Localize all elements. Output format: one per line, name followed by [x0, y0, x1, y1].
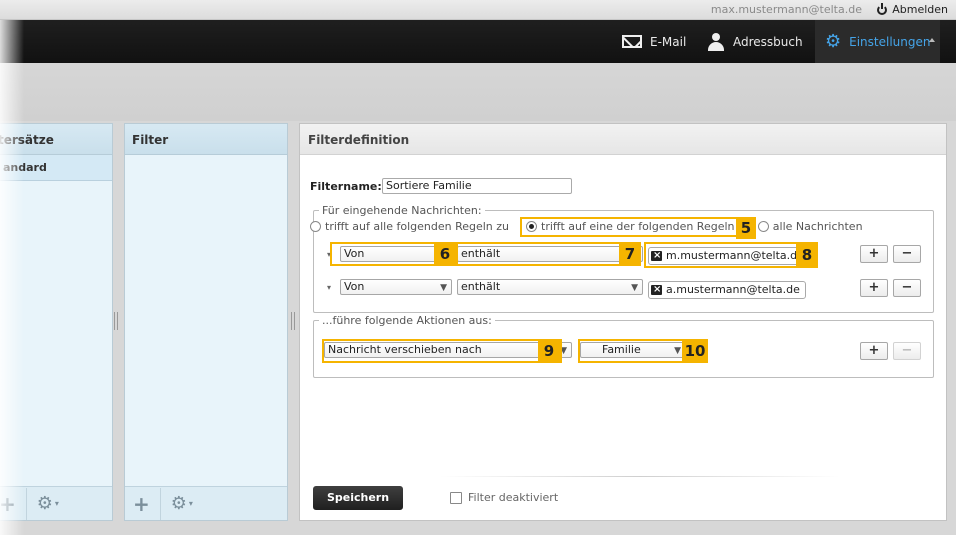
callout-frame-7 — [456, 242, 641, 266]
callout-10: 10 — [682, 340, 708, 362]
disable-filter-option[interactable]: Filter deaktiviert — [450, 491, 558, 504]
callout-8: 8 — [796, 244, 818, 266]
remove-action-button: − — [893, 342, 921, 360]
logout-label: Abmelden — [892, 3, 948, 16]
remove-token-icon[interactable] — [651, 282, 662, 298]
gear-icon: ⚙ — [170, 493, 187, 514]
radio-button[interactable] — [310, 221, 321, 232]
filterset-item[interactable]: andard — [0, 155, 112, 181]
add-filterset-button[interactable]: + — [0, 492, 16, 516]
filterset-options-button[interactable]: ⚙ ▾ — [37, 493, 59, 514]
nav-settings-label: Einstellungen — [849, 34, 931, 49]
radio-all-rules-label: trifft auf alle folgenden Regeln zu — [325, 220, 510, 233]
divider — [440, 476, 840, 477]
rule-address-token[interactable]: a.mustermann@telta.de — [648, 281, 806, 299]
incoming-legend: Für eingehende Nachrichten: — [322, 204, 482, 217]
callout-9: 9 — [538, 340, 560, 362]
header-spacer — [0, 63, 956, 121]
add-rule-button[interactable]: + — [860, 279, 888, 297]
remove-rule-button[interactable]: − — [893, 245, 921, 263]
filtersets-title: tersätze — [0, 124, 112, 155]
panel-splitter[interactable] — [114, 312, 118, 330]
top-bar: max.mustermann@telta.de Abmelden — [0, 0, 956, 20]
callout-frame-8 — [644, 242, 818, 268]
rule-operator-value: enthält — [461, 280, 501, 293]
gear-icon: ⚙ — [36, 493, 53, 514]
filtersets-panel: tersätze andard + ⚙ ▾ — [0, 123, 113, 521]
filter-panel: Filter + ⚙ ▾ — [124, 123, 288, 521]
rule-toggle-icon[interactable]: ▾ — [327, 283, 331, 292]
callout-5: 5 — [736, 217, 756, 239]
radio-all-messages-label: alle Nachrichten — [772, 220, 863, 233]
radio-button[interactable] — [757, 221, 769, 232]
callout-frame-5 — [520, 217, 756, 237]
rule-operator-select[interactable]: enthält ▼ — [457, 279, 643, 295]
power-icon — [877, 2, 888, 15]
gear-icon: ⚙ — [825, 30, 842, 52]
nav-email-label: E-Mail — [650, 34, 687, 49]
callout-6: 6 — [434, 243, 456, 265]
envelope-icon — [622, 35, 642, 48]
callout-frame-9 — [322, 339, 562, 363]
save-button[interactable]: Speichern — [313, 486, 403, 510]
footer-divider — [159, 487, 161, 520]
remove-rule-button[interactable]: − — [893, 279, 921, 297]
chevron-down-icon: ▾ — [188, 499, 193, 508]
filtername-input[interactable]: Sortiere Familie — [382, 178, 572, 194]
user-email: max.mustermann@telta.de — [710, 3, 862, 16]
main-navbar: E-Mail Adressbuch ⚙ Einstellungen — [0, 20, 956, 63]
footer-divider — [25, 487, 27, 520]
disable-filter-checkbox[interactable] — [450, 491, 462, 504]
chevron-down-icon: ▼ — [631, 283, 638, 293]
add-action-button[interactable]: + — [860, 342, 888, 360]
person-icon — [707, 32, 725, 51]
filtersets-footer: + ⚙ ▾ — [0, 486, 112, 520]
add-filter-button[interactable]: + — [133, 492, 150, 516]
disable-filter-label: Filter deaktiviert — [468, 491, 559, 504]
nav-email[interactable]: E-Mail — [622, 20, 686, 63]
filter-options-button[interactable]: ⚙ ▾ — [171, 493, 193, 514]
chevron-down-icon: ▾ — [54, 499, 59, 508]
filter-definition-title: Filterdefinition — [300, 124, 946, 155]
rule-field-value: Von — [344, 280, 365, 293]
filtername-label: Filtername: — [310, 180, 382, 193]
callout-7: 7 — [619, 243, 641, 265]
radio-all-rules[interactable]: trifft auf alle folgenden Regeln zu — [310, 220, 509, 233]
nav-addressbook-label: Adressbuch — [733, 34, 803, 49]
chevron-down-icon: ▼ — [440, 283, 447, 293]
caret-up-icon[interactable] — [929, 38, 935, 42]
nav-settings[interactable]: ⚙ Einstellungen — [815, 20, 940, 63]
actions-legend: ...führe folgende Aktionen aus: — [322, 314, 492, 327]
logout-link[interactable]: Abmelden — [877, 2, 948, 16]
rule-address-value: a.mustermann@telta.de — [666, 283, 800, 296]
filter-title: Filter — [125, 124, 287, 155]
filter-footer: + ⚙ ▾ — [125, 486, 287, 520]
filter-definition-panel: Filterdefinition Filtername: Sortiere Fa… — [299, 123, 947, 521]
rule-field-select[interactable]: Von ▼ — [340, 279, 452, 295]
nav-addressbook[interactable]: Adressbuch — [707, 20, 803, 63]
panel-splitter[interactable] — [291, 312, 295, 330]
radio-all-messages[interactable]: alle Nachrichten — [757, 220, 863, 233]
add-rule-button[interactable]: + — [860, 245, 888, 263]
